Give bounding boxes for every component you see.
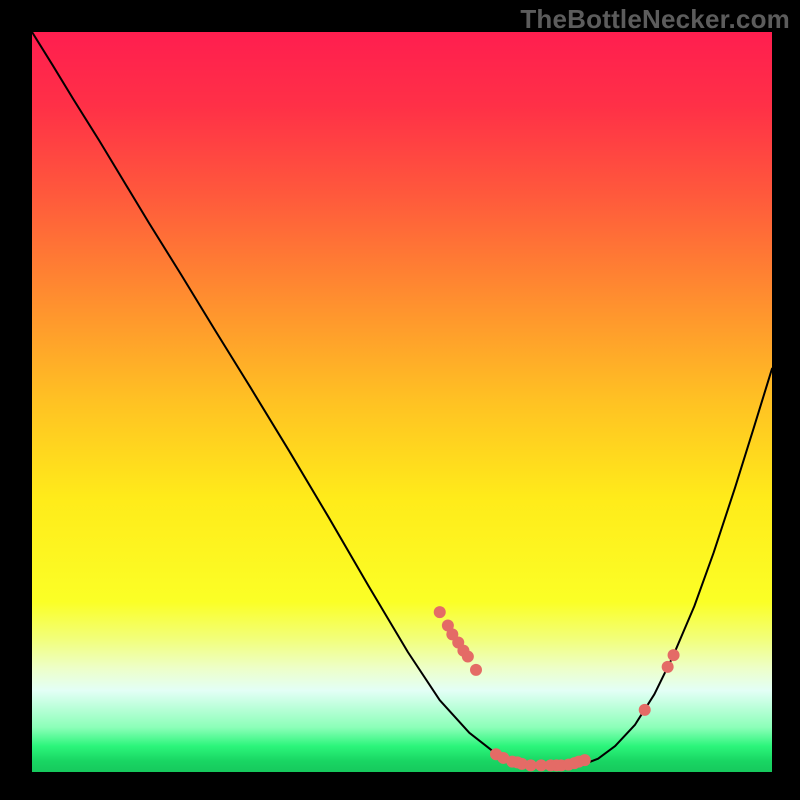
plot-area [32, 32, 772, 772]
data-marker [668, 649, 680, 661]
watermark-text: TheBottleNecker.com [520, 4, 790, 35]
chart-container: TheBottleNecker.com [0, 0, 800, 800]
data-marker [462, 651, 474, 663]
data-marker [434, 606, 446, 618]
data-marker [579, 754, 591, 766]
data-marker [470, 664, 482, 676]
data-marker [662, 661, 674, 673]
data-marker [639, 704, 651, 716]
data-markers [32, 32, 772, 772]
data-marker [525, 759, 537, 771]
